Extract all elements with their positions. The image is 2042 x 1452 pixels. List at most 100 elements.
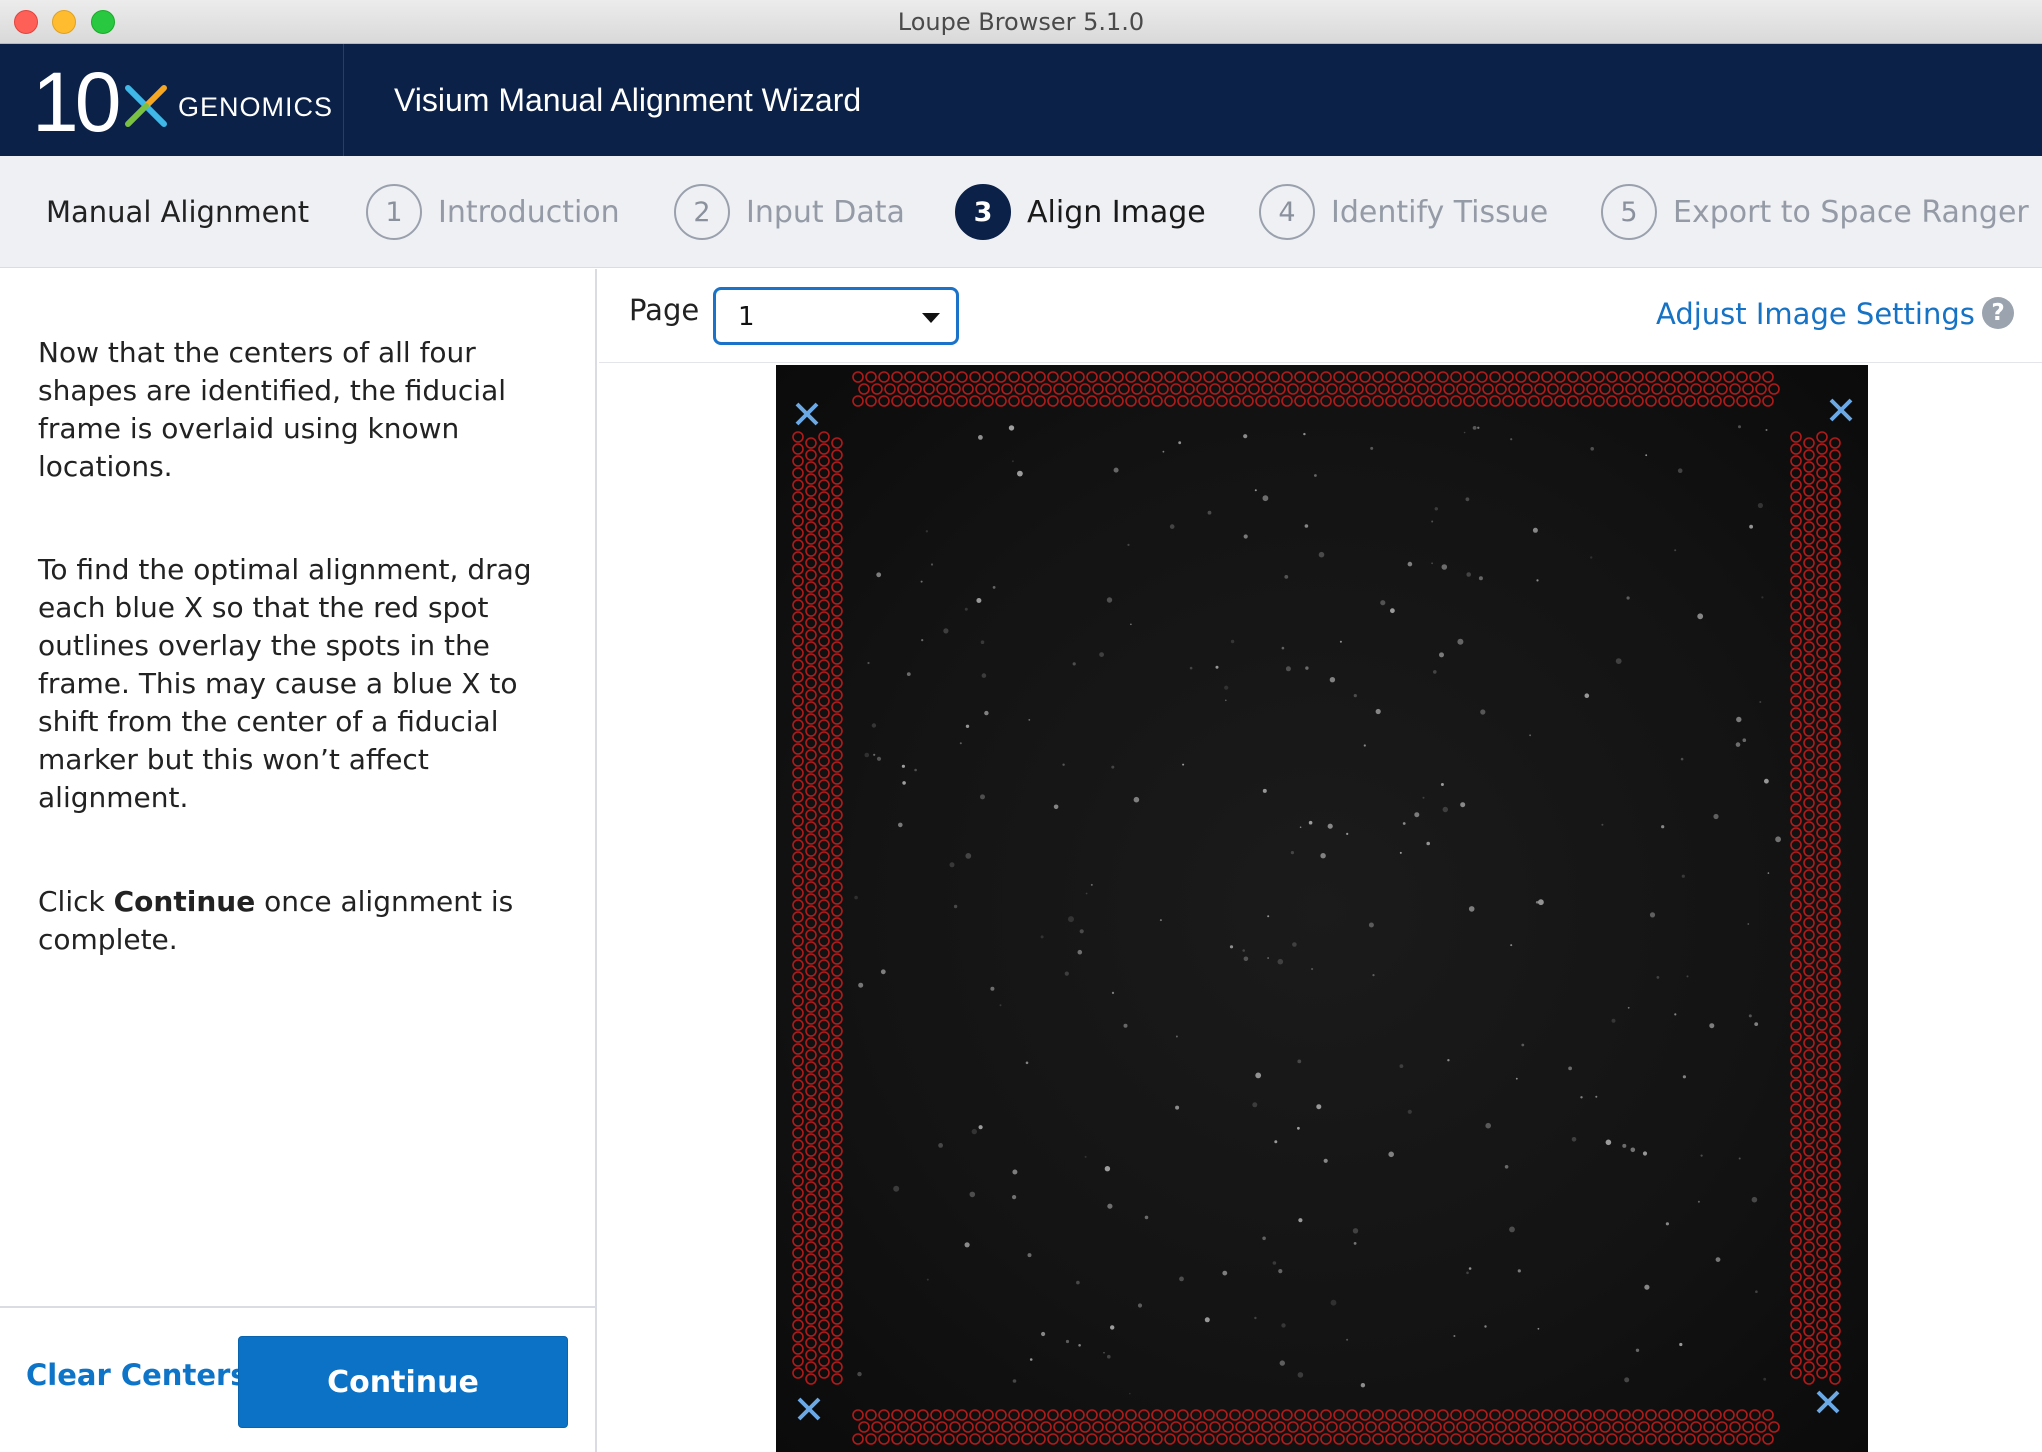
fiducial-spot [891,395,903,407]
fiducial-spot [1829,905,1841,917]
step-export-space-ranger[interactable]: 5 Export to Space Ranger [1601,184,2029,240]
fiducial-spot [1829,1085,1841,1097]
fiducial-spot [1829,1229,1841,1241]
tissue-speckle [1697,1200,1700,1203]
step-number: 5 [1601,184,1657,240]
fiducial-spot [805,1121,817,1133]
fiducial-spot [1216,1433,1228,1445]
tissue-speckle [1380,600,1386,606]
chevron-down-icon [922,313,940,323]
tissue-speckle [1538,899,1544,906]
fiducial-spot [1829,1001,1841,1013]
fiducial-spot [1790,431,1802,443]
fiducial-spot [1790,503,1802,515]
fiducial-spot [956,371,968,383]
adjust-image-settings-link[interactable]: Adjust Image Settings [1656,297,1975,331]
fiducial-spot [805,713,817,725]
fiducial-spot [805,1373,817,1385]
fiducial-spot [831,677,843,689]
fiducial-spot [831,929,843,941]
fiducial-spot [1138,371,1150,383]
fiducial-spot [1829,1265,1841,1277]
fiducial-spot [1816,995,1828,1007]
fiducial-spot [1645,395,1657,407]
fiducial-spot [805,1301,817,1313]
step-label: Identify Tissue [1331,194,1549,230]
fiducial-spot [831,1361,843,1373]
x-handle-icon[interactable] [794,1394,824,1424]
fiducial-spot [792,479,804,491]
step-align-image[interactable]: 3 Align Image [955,184,1206,240]
fiducial-spot [792,1031,804,1043]
x-handle-icon[interactable] [1813,1387,1843,1417]
fiducial-spot [1790,1199,1802,1211]
fiducial-spot [1307,371,1319,383]
fiducial-spot [818,731,830,743]
tissue-speckle [1090,883,1093,886]
fiducial-spot [831,1229,843,1241]
question-circle-icon[interactable]: ? [1982,297,2014,329]
fiducial-spot [891,1433,903,1445]
continue-button[interactable]: Continue [238,1336,568,1428]
fiducial-spot [792,875,804,887]
fiducial-spot [1495,383,1507,395]
fiducial-spot [1790,1331,1802,1343]
fiducial-spot [1372,395,1384,407]
fiducial-spot [792,431,804,443]
tissue-speckle [858,982,864,988]
fiducial-spot [1554,371,1566,383]
fiducial-spot [975,1421,987,1433]
page-select[interactable]: 1 [713,287,959,345]
fiducial-spot [831,1277,843,1289]
step-identify-tissue[interactable]: 4 Identify Tissue [1259,184,1548,240]
fiducial-spot [831,749,843,761]
fiducial-spot [805,617,817,629]
fiducial-spot [805,1217,817,1229]
tissue-speckle [1440,783,1444,786]
fiducial-spot [1803,1193,1815,1205]
fiducial-spot [792,803,804,815]
fiducial-spot [1183,1421,1195,1433]
fiducial-spot [831,569,843,581]
fiducial-spot [1489,1409,1501,1421]
fiducial-spot [818,1043,830,1055]
fiducial-spot [831,593,843,605]
fiducial-spot [1829,929,1841,941]
tissue-speckle [1103,1351,1105,1354]
step-number: 4 [1259,184,1315,240]
fiducial-spot [1829,629,1841,641]
x-handle-icon[interactable] [1826,395,1856,425]
fiducial-spot [831,497,843,509]
fiducial-spot [1829,461,1841,473]
fiducial-spot [1502,371,1514,383]
tissue-speckle [1754,1022,1759,1026]
fiducial-spot [1534,383,1546,395]
step-input-data[interactable]: 2 Input Data [674,184,905,240]
fiducial-spot [805,1265,817,1277]
fiducial-spot [982,1409,994,1421]
fiducial-spot [805,1085,817,1097]
x-handle-icon[interactable] [792,399,822,429]
fiducial-spot [1560,1421,1572,1433]
fiducial-spot [1790,755,1802,767]
logo-text: GENOMICS [178,92,334,122]
tissue-image-canvas[interactable] [776,365,1868,1452]
fiducial-spot [792,815,804,827]
tissue-speckle [1224,685,1229,690]
fiducial-spot [831,1253,843,1265]
tissue-speckle [1065,1339,1070,1344]
fiducial-spot [805,521,817,533]
tissue-speckle [1504,1165,1509,1169]
step-introduction[interactable]: 1 Introduction [366,184,620,240]
fiducial-spot [1790,683,1802,695]
tissue-speckle [925,530,929,533]
fiducial-spot [1829,581,1841,593]
fiducial-spot [1294,1433,1306,1445]
clear-centers-button[interactable]: Clear Centers [26,1358,248,1392]
tissue-speckle [1407,1109,1412,1114]
tissue-speckle [1645,454,1648,457]
fiducial-spot [1352,1421,1364,1433]
fiducial-spot [1268,395,1280,407]
fiducial-spot [1829,857,1841,869]
fiducial-spot [1307,395,1319,407]
